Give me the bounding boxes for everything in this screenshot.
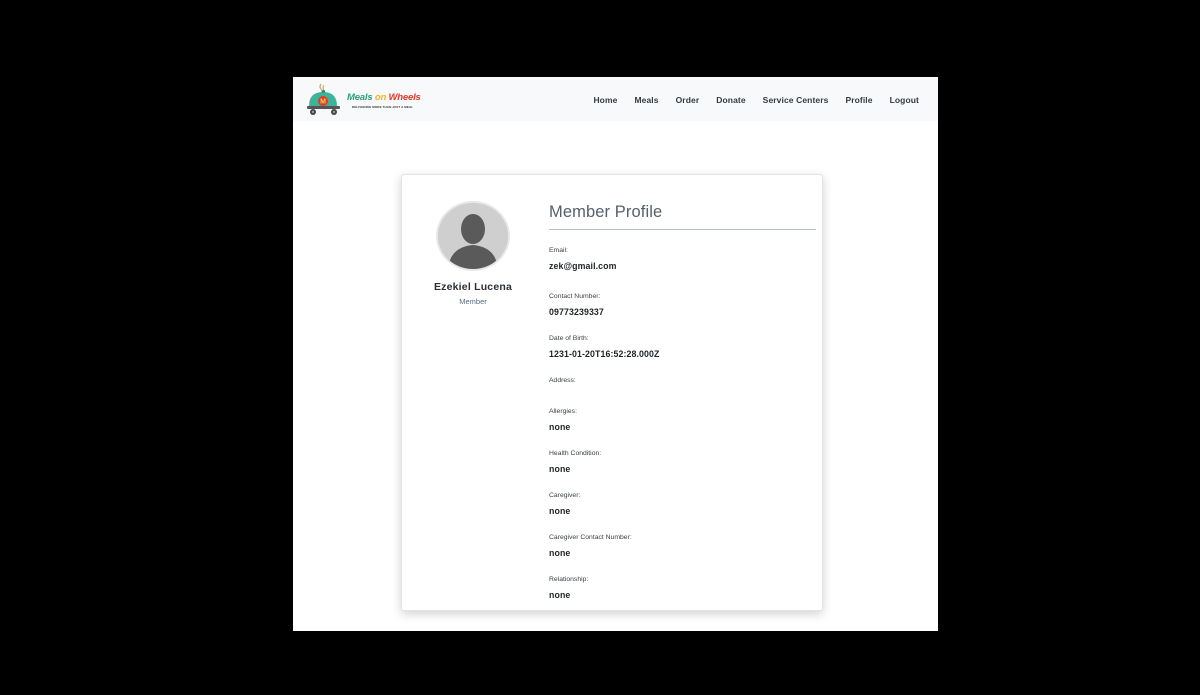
nav-item-home: Home [593,90,617,108]
email-value: zek@gmail.com [549,261,617,271]
nav-item-service-centers: Service Centers [763,90,829,108]
date-of-birth-label: Date of Birth: [549,335,589,342]
contact-number-label: Contact Number: [549,293,601,300]
profile-card: Ezekiel Lucena Member Member Profile Ema… [401,174,823,611]
nav-link-donate[interactable]: Donate [716,95,745,105]
contact-number-value: 09773239337 [549,307,604,317]
brand-tagline: DELIVERING MORE THAN JUST A MEAL [352,105,414,109]
caregiver-value: none [549,506,571,516]
nav-item-order: Order [676,90,700,108]
relationship-label: Relationship: [549,576,589,583]
nav-link-home[interactable]: Home [593,95,617,105]
logo-letter: M [320,99,326,106]
nav-item-profile: Profile [845,90,872,108]
email-label: Email: [549,247,568,254]
caregiver-contact-number-value: none [549,548,571,558]
allergies-label: Allergies: [549,408,577,415]
default-user-silhouette-icon [438,203,508,269]
avatar [436,201,510,271]
nav-item-donate: Donate [716,90,745,108]
address-label: Address: [549,377,576,384]
nav-link-meals[interactable]: Meals [634,95,658,105]
member-role: Member [459,297,487,306]
navbar: M Meals on Wheels DELIVERING MORE THAN J… [293,77,938,121]
browser-page: M Meals on Wheels DELIVERING MORE THAN J… [293,77,938,631]
health-condition-label: Health Condition: [549,450,602,457]
brand-name-part1: Meals [347,92,373,103]
allergies-value: none [549,422,571,432]
nav-link-logout[interactable]: Logout [890,95,919,105]
title-divider [549,229,816,230]
page-title: Member Profile [549,203,663,221]
nav-link-service-centers[interactable]: Service Centers [763,95,829,105]
nav-item-meals: Meals [634,90,658,108]
caregiver-contact-number-label: Caregiver Contact Number: [549,534,632,541]
nav-link-order[interactable]: Order [676,95,700,105]
nav-links: Home Meals Order Donate Service Centers … [576,77,919,121]
health-condition-value: none [549,464,571,474]
brand-name-part3: Wheels [388,92,421,103]
nav-item-logout: Logout [890,90,919,108]
nav-link-profile[interactable]: Profile [845,95,872,105]
food-cart-logo-icon: M [307,83,340,115]
member-name: Ezekiel Lucena [433,281,513,293]
relationship-value: none [549,590,571,600]
date-of-birth-value: 1231-01-20T16:52:28.000Z [549,349,660,359]
brand-name: Meals on Wheels [347,92,421,103]
caregiver-label: Caregiver: [549,492,581,499]
brand-logo-link[interactable]: M Meals on Wheels DELIVERING MORE THAN J… [305,82,425,116]
brand-name-part2: on [374,92,387,103]
